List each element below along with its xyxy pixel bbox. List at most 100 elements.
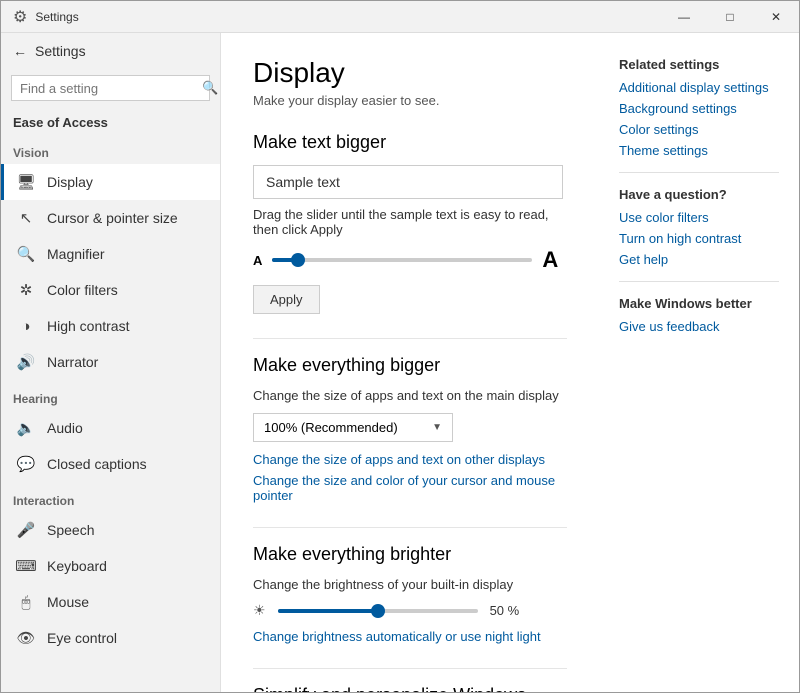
sidebar-item-eye-control[interactable]: 👁 Eye control (1, 620, 220, 656)
sidebar-item-magnifier-label: Magnifier (47, 246, 105, 262)
brightness-fill (278, 609, 378, 613)
maximize-button[interactable]: □ (707, 1, 753, 33)
right-divider-2 (619, 281, 779, 282)
everything-bigger-desc: Change the size of apps and text on the … (253, 388, 567, 403)
simplify-section: Simplify and personalize Windows Show an… (253, 685, 567, 692)
minimize-button[interactable]: — (661, 1, 707, 33)
dropdown-arrow-icon: ▼ (432, 422, 442, 433)
simplify-title: Simplify and personalize Windows (253, 685, 567, 692)
everything-brighter-section: Make everything brighter Change the brig… (253, 544, 567, 644)
theme-settings-link[interactable]: Theme settings (619, 143, 779, 158)
drag-instruction: Drag the slider until the sample text is… (253, 207, 567, 237)
question-title: Have a question? (619, 187, 779, 202)
sidebar-item-keyboard[interactable]: ⌨ Keyboard (1, 548, 220, 584)
page-title: Display (253, 57, 567, 89)
settings-window: ⚙ Settings — □ ✕ ← Settings 🔍 Ease of Ac… (0, 0, 800, 693)
sidebar-item-mouse[interactable]: 🖱 Mouse (1, 584, 220, 620)
search-icon: 🔍 (202, 80, 218, 96)
eye-control-icon: 👁 (17, 629, 35, 647)
brightness-thumb[interactable] (371, 604, 385, 618)
narrator-icon: 🔊 (17, 353, 35, 371)
audio-icon: 🔈 (17, 419, 35, 437)
back-button[interactable]: ← Settings (1, 33, 220, 69)
night-light-link[interactable]: Change brightness automatically or use n… (253, 629, 567, 644)
magnifier-icon: 🔍 (17, 245, 35, 263)
display-icon: 🖥 (17, 173, 35, 191)
mouse-icon: 🖱 (17, 593, 35, 611)
use-color-filters-link[interactable]: Use color filters (619, 210, 779, 225)
back-icon: ← (13, 43, 27, 59)
title-bar-controls: — □ ✕ (661, 1, 799, 33)
main-content: Display Make your display easier to see.… (221, 33, 599, 692)
related-settings-title: Related settings (619, 57, 779, 72)
brightness-dim-icon: ☀ (253, 602, 266, 619)
sidebar-item-color-filters[interactable]: ✲ Color filters (1, 272, 220, 308)
text-size-slider-track[interactable] (272, 258, 532, 262)
get-help-link[interactable]: Get help (619, 252, 779, 267)
sidebar-item-color-filters-label: Color filters (47, 282, 118, 298)
brightness-desc: Change the brightness of your built-in d… (253, 577, 567, 592)
search-box[interactable]: 🔍 (11, 75, 210, 101)
sidebar-item-speech[interactable]: 🎤 Speech (1, 512, 220, 548)
background-settings-link[interactable]: Background settings (619, 101, 779, 116)
sidebar-item-keyboard-label: Keyboard (47, 558, 107, 574)
vision-section-label: Vision (1, 134, 220, 164)
size-dropdown[interactable]: 100% (Recommended) ▼ (253, 413, 453, 442)
everything-brighter-title: Make everything brighter (253, 544, 567, 565)
right-panel: Related settings Additional display sett… (599, 33, 799, 692)
brightness-slider-track[interactable] (278, 609, 478, 613)
dropdown-value: 100% (Recommended) (264, 420, 398, 435)
text-bigger-title: Make text bigger (253, 132, 567, 153)
sidebar-item-audio-label: Audio (47, 420, 83, 436)
slider-label-small: A (253, 253, 262, 268)
keyboard-icon: ⌨ (17, 557, 35, 575)
sidebar-item-cursor[interactable]: ↖ Cursor & pointer size (1, 200, 220, 236)
sidebar-item-eye-control-label: Eye control (47, 630, 117, 646)
cursor-icon: ↖ (17, 209, 35, 227)
slider-label-large: A (542, 247, 558, 273)
feedback-title: Make Windows better (619, 296, 779, 311)
sidebar-item-speech-label: Speech (47, 522, 94, 538)
everything-bigger-title: Make everything bigger (253, 355, 567, 376)
title-bar-title: Settings (35, 10, 78, 24)
sidebar-item-high-contrast-label: High contrast (47, 318, 129, 334)
sidebar-item-narrator-label: Narrator (47, 354, 98, 370)
sidebar-item-closed-captions[interactable]: 💬 Closed captions (1, 446, 220, 482)
closed-captions-icon: 💬 (17, 455, 35, 473)
color-settings-link[interactable]: Color settings (619, 122, 779, 137)
title-bar-left: ⚙ Settings (13, 7, 79, 27)
title-bar: ⚙ Settings — □ ✕ (1, 1, 799, 33)
sidebar-item-narrator[interactable]: 🔊 Narrator (1, 344, 220, 380)
sidebar-item-display-label: Display (47, 174, 93, 190)
color-filters-icon: ✲ (17, 281, 35, 299)
close-button[interactable]: ✕ (753, 1, 799, 33)
sidebar-item-closed-captions-label: Closed captions (47, 456, 147, 472)
sidebar-item-display[interactable]: 🖥 Display (1, 164, 220, 200)
text-size-slider-row: A A (253, 247, 567, 273)
additional-display-link[interactable]: Additional display settings (619, 80, 779, 95)
sidebar-item-high-contrast[interactable]: ◑ High contrast (1, 308, 220, 344)
sidebar: ← Settings 🔍 Ease of Access Vision 🖥 Dis… (1, 33, 221, 692)
divider-3 (253, 668, 567, 669)
sidebar-item-cursor-label: Cursor & pointer size (47, 210, 178, 226)
hearing-section-label: Hearing (1, 380, 220, 410)
turn-on-high-contrast-link[interactable]: Turn on high contrast (619, 231, 779, 246)
sidebar-item-audio[interactable]: 🔈 Audio (1, 410, 220, 446)
ease-of-access-label: Ease of Access (1, 107, 220, 134)
cursor-size-link[interactable]: Change the size and color of your cursor… (253, 473, 567, 503)
apply-button[interactable]: Apply (253, 285, 320, 314)
settings-icon: ⚙ (13, 7, 27, 27)
sidebar-item-magnifier[interactable]: 🔍 Magnifier (1, 236, 220, 272)
slider-thumb[interactable] (291, 253, 305, 267)
sidebar-item-mouse-label: Mouse (47, 594, 89, 610)
text-bigger-section: Make text bigger Sample text Drag the sl… (253, 132, 567, 314)
speech-icon: 🎤 (17, 521, 35, 539)
give-feedback-link[interactable]: Give us feedback (619, 319, 779, 334)
text-preview-box: Sample text (253, 165, 563, 199)
content-area: ← Settings 🔍 Ease of Access Vision 🖥 Dis… (1, 33, 799, 692)
brightness-value: 50 % (490, 603, 520, 618)
other-displays-link[interactable]: Change the size of apps and text on othe… (253, 452, 567, 467)
search-input[interactable] (20, 81, 196, 96)
page-subtitle: Make your display easier to see. (253, 93, 567, 108)
interaction-section-label: Interaction (1, 482, 220, 512)
